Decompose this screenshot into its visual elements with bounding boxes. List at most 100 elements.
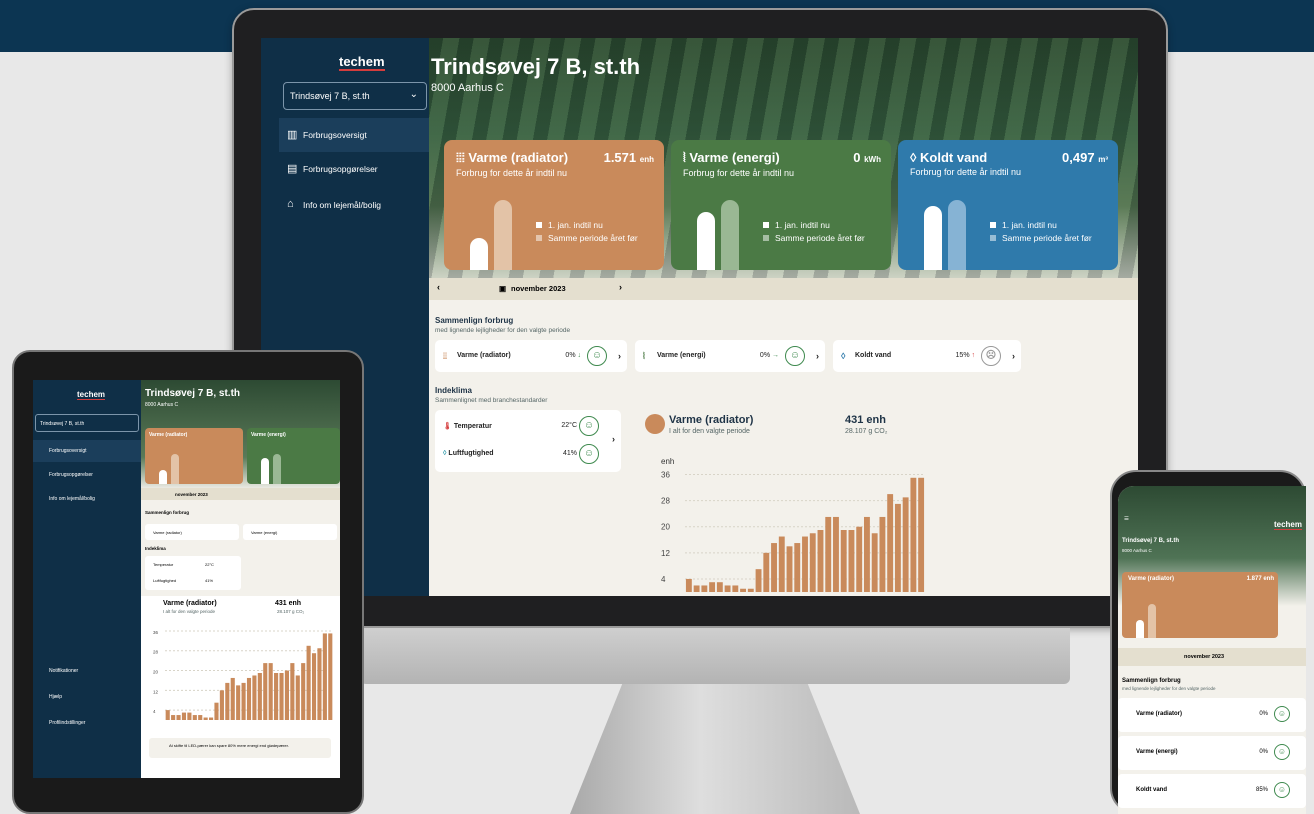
chart-ytick-label: 12 xyxy=(153,689,159,694)
date-prev-button[interactable]: ‹ xyxy=(437,282,440,292)
chart-bar xyxy=(778,536,785,592)
chart-bar xyxy=(306,645,311,720)
address-select[interactable]: Trindsøvej 7 B, st.th ⌄ xyxy=(283,82,427,110)
compare-pct: 0% ↓ xyxy=(565,352,581,359)
phone-compare-radiator[interactable]: Varme (radiator) 0% ☺ xyxy=(1118,698,1306,732)
chart-bar xyxy=(317,648,322,720)
tablet-indoor-card[interactable]: Temperatur 22°C Luftfugtighed 41% xyxy=(145,556,241,590)
chart-bar xyxy=(225,682,230,720)
card-koldt-vand[interactable]: ◊ Koldt vand 0,497 m³ Forbrug for dette … xyxy=(898,140,1118,270)
compare-item-radiator[interactable]: ⦙⦙ Varme (radiator) 0% ↓ ☺ › xyxy=(435,340,627,372)
sidebar-item-forbrugsopgorelser[interactable]: ▤ Forbrugsopgørelser xyxy=(279,152,429,186)
chart-bar xyxy=(311,653,317,720)
chart-ytick-label: 28 xyxy=(153,650,159,655)
card-value: 0 xyxy=(853,150,861,165)
card-varme-energi[interactable]: ⦚ Varme (energi) 0 kWh Forbrug for dette… xyxy=(671,140,891,270)
sidebar-item-info-bolig[interactable]: ⌂ Info om lejemål/bolig xyxy=(279,188,429,222)
date-next-button[interactable]: › xyxy=(619,282,622,292)
indoor-card[interactable]: 🌡 Temperatur 22°C ☺ ◊ Luftfugtighed 41% … xyxy=(435,410,621,472)
techem-logo[interactable]: techem xyxy=(339,54,385,71)
chart-bar xyxy=(802,536,808,592)
chart-bar xyxy=(198,715,203,720)
legend-previous: Samme periode året før xyxy=(536,233,638,243)
chart-bar xyxy=(246,677,252,720)
chart-bar xyxy=(732,585,739,592)
date-label[interactable]: november 2023 xyxy=(511,284,566,293)
tablet-date-label[interactable]: november 2023 xyxy=(141,488,340,500)
sidebar-item-notifikationer[interactable]: Notifikationer xyxy=(33,660,141,682)
chart-bar xyxy=(209,717,214,720)
chart-bar xyxy=(693,585,700,592)
chart-bar xyxy=(252,675,257,720)
phone-compare-koldt-vand[interactable]: Koldt vand 85% ☺ xyxy=(1118,774,1306,808)
chart-bar xyxy=(863,516,870,592)
chart-bar xyxy=(263,663,268,720)
happy-face-icon: ☺ xyxy=(579,444,599,464)
card-subtitle: Forbrug for dette år indtil nu xyxy=(683,168,795,178)
chart-bar xyxy=(910,477,917,592)
chart-ytick-label: 36 xyxy=(661,471,670,480)
card-value: 1.571 xyxy=(603,150,637,165)
tablet-card-energi[interactable]: Varme (energi) xyxy=(247,428,340,484)
chart-bar xyxy=(171,715,176,720)
card-varme-radiator[interactable]: ⦙⦙⦙ Varme (radiator) 1.571 enh Forbrug f… xyxy=(444,140,664,270)
radiator-icon: ⦙⦙⦙ xyxy=(456,150,469,165)
tablet-compare-energi[interactable]: Varme (energi) xyxy=(243,524,337,540)
compare-subtitle: med lignende lejligheder for den valgte … xyxy=(1122,686,1216,691)
chart-ytick-label: 20 xyxy=(661,523,670,532)
phone-date-label[interactable]: november 2023 xyxy=(1118,648,1306,666)
droplets-icon: ◊ xyxy=(443,450,447,457)
chart-bar xyxy=(716,582,723,592)
phone-card-radiator[interactable]: Varme (radiator) 1.877 enh xyxy=(1122,572,1278,638)
tablet-chart-panel: Varme (radiator) I alt for den valgte pe… xyxy=(141,596,340,778)
chart-bar xyxy=(740,588,747,592)
chart-bar xyxy=(181,712,187,720)
compare-title: Sammenlign forbrug xyxy=(1122,678,1181,684)
sidebar-item-label: Info om lejemål/bolig xyxy=(303,200,381,210)
chart-bar xyxy=(268,663,273,720)
legend-current: 1. jan. indtil nu xyxy=(763,220,830,230)
address-select[interactable]: Trindsøvej 7 B, st.th xyxy=(35,414,139,432)
legend-current: 1. jan. indtil nu xyxy=(990,220,1057,230)
sidebar-item-forbrugsoversigt[interactable]: Forbrugsoversigt xyxy=(33,440,141,462)
chart-bar xyxy=(794,543,801,592)
chart-bar xyxy=(887,494,894,592)
chart-bar xyxy=(771,543,777,592)
monitor-chin xyxy=(360,628,1070,684)
compare-label: Koldt vand xyxy=(855,352,892,359)
chart-bar xyxy=(786,546,793,592)
phone-compare-energi[interactable]: Varme (energi) 0% ☺ xyxy=(1118,736,1306,770)
happy-face-icon: ☺ xyxy=(1274,706,1290,722)
tablet-card-radiator[interactable]: Varme (radiator) xyxy=(145,428,243,484)
chart-bar xyxy=(825,516,832,592)
sidebar-item-label: Forbrugsoversigt xyxy=(303,130,367,140)
chart-ytick-label: 20 xyxy=(153,670,159,675)
radiator-icon xyxy=(645,414,665,434)
bar-current xyxy=(470,238,488,270)
menu-icon[interactable]: ☰ xyxy=(1124,516,1129,522)
sidebar-item-hjaelp[interactable]: Hjælp xyxy=(33,686,141,708)
techem-logo[interactable]: techem xyxy=(1273,520,1302,530)
tablet-compare-radiator[interactable]: Varme (radiator) xyxy=(145,524,239,540)
compare-item-koldt-vand[interactable]: ◊ Koldt vand 15% ↑ ☹ › xyxy=(833,340,1021,372)
sidebar-item-forbrugsoversigt[interactable]: ▥ Forbrugsoversigt xyxy=(279,118,429,152)
sidebar-item-info-bolig[interactable]: Info om lejemål/bolig xyxy=(33,488,141,510)
consumption-bar-chart: enh 4 12 20 28 36 xyxy=(661,457,925,592)
chart-bar xyxy=(187,712,192,720)
techem-logo[interactable]: techem xyxy=(77,390,106,400)
sidebar-item-profil[interactable]: Profilindstillinger xyxy=(33,712,141,734)
chart-bar xyxy=(879,516,886,592)
thermometer-icon: 🌡 xyxy=(443,423,452,430)
compare-pct: 0% → xyxy=(759,352,779,359)
chart-bar xyxy=(274,673,279,720)
card-subtitle: Forbrug for dette år indtil nu xyxy=(910,167,1022,177)
chart-total: 431 enh xyxy=(845,414,886,426)
bar-current xyxy=(697,212,715,270)
tablet-screen: techem Trindsøvej 7 B, st.th Forbrugsove… xyxy=(33,380,340,778)
sidebar-item-forbrugsopgorelser[interactable]: Forbrugsopgørelser xyxy=(33,464,141,486)
water-drop-icon: ◊ xyxy=(841,351,846,361)
compare-item-energi[interactable]: ⦚ Varme (energi) 0% → ☺ › xyxy=(635,340,825,372)
card-value: 0,497 xyxy=(1062,150,1095,165)
page-title: Trindsøvej 7 B, st.th xyxy=(431,54,641,79)
happy-face-icon: ☺ xyxy=(587,346,607,366)
